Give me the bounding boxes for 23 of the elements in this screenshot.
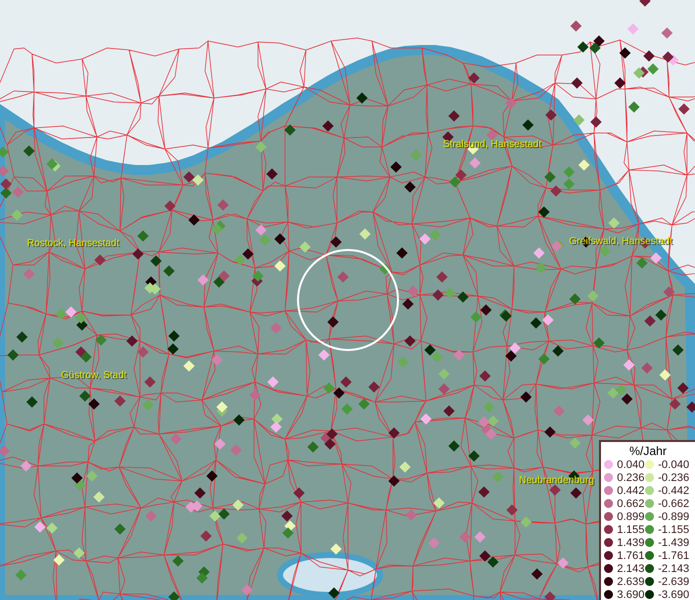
legend-value: 3.690 [617,588,645,600]
legend-value: 0.899 [617,510,645,522]
legend-value: -0.442 [658,484,690,496]
legend-value: 0.040 [617,458,645,470]
legend-value: 0.236 [617,472,645,484]
legend-value: 1.761 [617,550,645,562]
legend-value: 2.143 [617,562,645,574]
legend-value: -2.639 [658,576,690,588]
legend-value: 1.439 [617,536,645,548]
legend-value: 1.155 [617,524,645,536]
legend-value: -2.143 [658,562,690,574]
legend-value: -1.439 [658,536,690,548]
legend-value: 2.639 [617,576,645,588]
legend-value: 0.662 [617,498,645,510]
legend-value: 0.442 [617,484,645,496]
legend-value: -1.761 [658,550,690,562]
legend-value: -1.155 [658,524,690,536]
legend-value: -0.662 [658,498,690,510]
legend-value: -0.899 [658,510,690,522]
legend-value: -3.690 [658,588,690,600]
legend-value: -0.040 [658,458,690,470]
legend-title: %/Jahr [628,444,668,458]
legend-value: -0.236 [658,472,690,484]
